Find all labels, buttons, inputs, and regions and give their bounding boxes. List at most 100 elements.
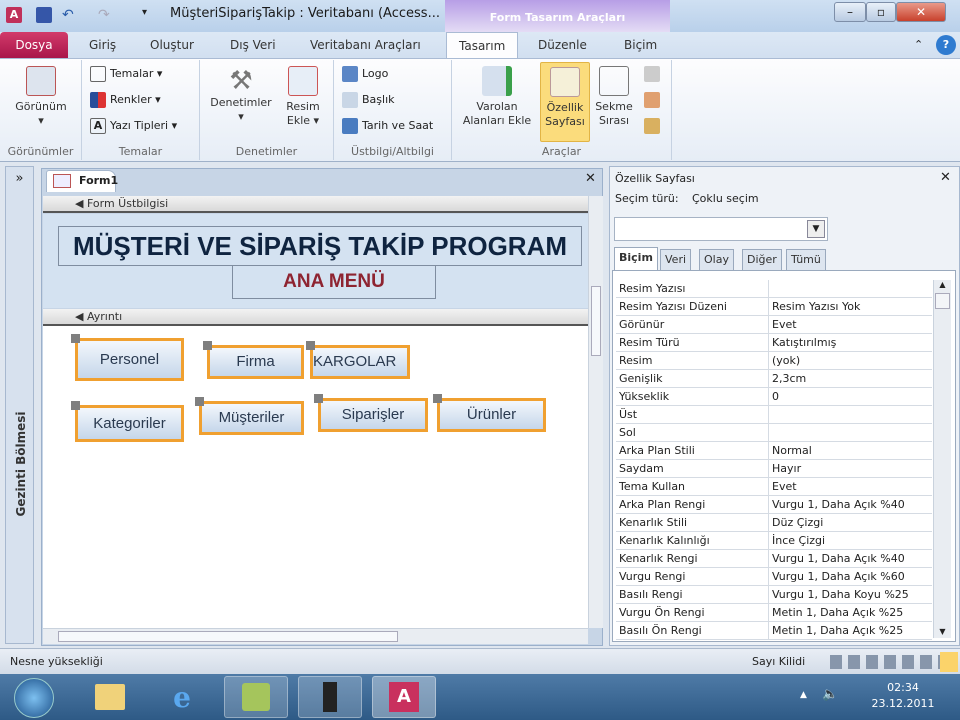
property-row[interactable]: Üst <box>616 406 932 424</box>
controls-button[interactable]: ⚒ Denetimler ▾ <box>204 66 278 124</box>
property-value[interactable]: (yok) <box>769 352 800 369</box>
property-row[interactable]: Arka Plan Rengi Vurgu 1, Daha Açık %40 <box>616 496 932 514</box>
volume-icon[interactable]: 🔈 <box>822 687 838 702</box>
minimize-ribbon-icon[interactable]: ⌃ <box>914 38 923 51</box>
tab-bicim-props[interactable]: Biçim <box>614 247 658 270</box>
app-taskbar-button[interactable] <box>224 676 288 718</box>
explorer-taskbar-button[interactable] <box>78 676 142 718</box>
property-value[interactable] <box>769 280 772 297</box>
property-value[interactable]: Vurgu 1, Daha Açık %60 <box>769 568 905 585</box>
navigation-pane[interactable]: » Gezinti Bölmesi <box>5 166 34 644</box>
property-row[interactable]: Vurgu Ön Rengi Metin 1, Daha Açık %25 <box>616 604 932 622</box>
property-value[interactable]: Vurgu 1, Daha Koyu %25 <box>769 586 909 603</box>
tab-giris[interactable]: Giriş <box>77 32 128 59</box>
property-value[interactable]: Metin 1, Daha Açık %25 <box>769 604 903 621</box>
urunler-button[interactable]: Ürünler <box>433 394 546 432</box>
detail-section-bar[interactable]: ◀ Ayrıntı <box>43 309 588 326</box>
property-row[interactable]: Resim Yazısı <box>616 280 932 298</box>
property-value[interactable]: Hayır <box>769 460 801 477</box>
property-row[interactable]: Genişlik 2,3cm <box>616 370 932 388</box>
property-value[interactable]: Vurgu 1, Daha Açık %40 <box>769 496 905 513</box>
tab-order-button[interactable]: Sekme Sırası <box>592 66 636 128</box>
property-row[interactable]: Resim Türü Katıştırılmış <box>616 334 932 352</box>
kargolar-button[interactable]: KARGOLAR <box>306 341 410 379</box>
customize-qat-icon[interactable]: ▾ <box>142 7 158 23</box>
scroll-up-icon[interactable]: ▲ <box>934 280 951 289</box>
tab-dis-veri[interactable]: Dış Veri <box>218 32 288 59</box>
logo-button[interactable]: Logo <box>342 66 388 82</box>
save-icon[interactable] <box>36 7 52 23</box>
clock[interactable]: 02:34 23.12.2011 <box>858 680 948 712</box>
restore-button[interactable]: ▫ <box>866 2 896 22</box>
property-value[interactable]: Katıştırılmış <box>769 334 836 351</box>
start-button[interactable] <box>14 678 54 718</box>
property-row[interactable]: Vurgu Rengi Vurgu 1, Daha Açık %60 <box>616 568 932 586</box>
property-grid-scrollbar[interactable]: ▲ ▼ <box>933 280 951 638</box>
fonts-button[interactable]: A Yazı Tipleri ▾ <box>90 118 177 134</box>
form-vertical-scrollbar[interactable] <box>588 196 603 628</box>
tab-olustur[interactable]: Oluştur <box>138 32 206 59</box>
property-row[interactable]: Basılı Rengi Vurgu 1, Daha Koyu %25 <box>616 586 932 604</box>
property-value[interactable]: Evet <box>769 478 797 495</box>
scroll-thumb[interactable] <box>935 293 950 309</box>
subtitle-label-control[interactable]: ANA MENÜ <box>232 265 436 299</box>
property-value[interactable] <box>769 406 772 423</box>
convert-macros-icon[interactable] <box>644 92 660 108</box>
tab-tumu[interactable]: Tümü <box>786 249 826 270</box>
tab-duzenle[interactable]: Düzenle <box>526 32 599 59</box>
recorder-taskbar-button[interactable] <box>298 676 362 718</box>
access-taskbar-button[interactable]: A <box>372 676 436 718</box>
design-view-icon[interactable] <box>940 652 958 672</box>
close-property-sheet-button[interactable]: ✕ <box>940 170 951 185</box>
show-hidden-icons[interactable]: ▲ <box>800 690 807 700</box>
kategoriler-button[interactable]: Kategoriler <box>71 401 184 442</box>
property-row[interactable]: Resim (yok) <box>616 352 932 370</box>
colors-button[interactable]: Renkler ▾ <box>90 92 161 108</box>
help-icon[interactable]: ? <box>936 35 956 55</box>
tab-bicim[interactable]: Biçim <box>612 32 669 59</box>
property-row[interactable]: Arka Plan Stili Normal <box>616 442 932 460</box>
property-value[interactable]: İnce Çizgi <box>769 532 825 549</box>
property-row[interactable]: Basılı Ön Rengi Metin 1, Daha Açık %25 <box>616 622 932 640</box>
title-button[interactable]: Başlık <box>342 92 395 108</box>
property-value[interactable]: Düz Çizgi <box>769 514 823 531</box>
property-row[interactable]: Kenarlık Rengi Vurgu 1, Daha Açık %40 <box>616 550 932 568</box>
property-value[interactable]: 0 <box>769 388 779 405</box>
property-row[interactable]: Görünür Evet <box>616 316 932 334</box>
add-existing-fields-button[interactable]: Varolan Alanları Ekle <box>458 66 536 128</box>
redo-icon[interactable]: ↷ <box>98 7 114 23</box>
property-value[interactable]: Metin 1, Daha Açık %25 <box>769 622 903 639</box>
personel-button[interactable]: Personel <box>71 334 184 381</box>
form-horizontal-scrollbar[interactable] <box>43 628 588 644</box>
close-button[interactable]: ✕ <box>896 2 946 22</box>
tab-veri[interactable]: Veri <box>660 249 692 270</box>
scroll-down-icon[interactable]: ▼ <box>934 627 951 636</box>
property-row[interactable]: Sol <box>616 424 932 442</box>
property-row[interactable]: Kenarlık Stili Düz Çizgi <box>616 514 932 532</box>
property-row[interactable]: Yükseklik 0 <box>616 388 932 406</box>
themes-button[interactable]: Temalar ▾ <box>90 66 162 82</box>
property-sheet-button[interactable]: Özellik Sayfası <box>540 62 590 142</box>
view-code-icon[interactable] <box>644 118 660 134</box>
tab-veritabani-araclari[interactable]: Veritabanı Araçları <box>298 32 433 59</box>
undo-icon[interactable]: ↶ <box>62 7 78 23</box>
subform-icon[interactable] <box>644 66 660 82</box>
dropdown-arrow-icon[interactable]: ▼ <box>807 220 825 238</box>
property-value[interactable]: 2,3cm <box>769 370 806 387</box>
tab-dosya[interactable]: Dosya <box>0 32 68 58</box>
expand-nav-button[interactable]: » <box>6 171 33 186</box>
ie-taskbar-button[interactable]: e <box>150 676 214 718</box>
scroll-thumb[interactable] <box>591 286 601 356</box>
form-header-section-bar[interactable]: ◀ Form Üstbilgisi <box>43 196 588 213</box>
firma-button[interactable]: Firma <box>203 341 304 379</box>
view-button[interactable]: Görünüm ▾ <box>6 66 76 128</box>
property-row[interactable]: Saydam Hayır <box>616 460 932 478</box>
access-app-icon[interactable]: A <box>6 7 22 23</box>
property-value[interactable] <box>769 424 772 441</box>
siparisler-button[interactable]: Siparişler <box>314 394 428 432</box>
view-switcher-icons[interactable] <box>830 655 940 669</box>
property-value[interactable]: Evet <box>769 316 797 333</box>
tab-diger[interactable]: Diğer <box>742 249 782 270</box>
musteriler-button[interactable]: Müşteriler <box>195 397 304 435</box>
property-value[interactable]: Vurgu 1, Daha Açık %40 <box>769 550 905 567</box>
